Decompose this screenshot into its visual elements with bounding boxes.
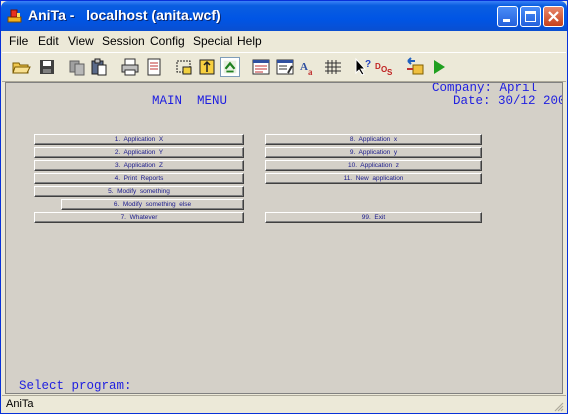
- print-preview-icon[interactable]: [144, 57, 164, 77]
- select-program-prompt: Select program:: [19, 379, 132, 393]
- application-window: AniTa - localhost (anita.wcf) File Edit …: [0, 0, 568, 414]
- save-icon[interactable]: [37, 57, 57, 77]
- menu-config[interactable]: Config: [150, 34, 185, 48]
- run-icon[interactable]: [429, 57, 449, 77]
- font-icon[interactable]: Aa: [299, 57, 319, 77]
- connect-button[interactable]: [220, 57, 240, 77]
- window-list-icon[interactable]: [251, 57, 271, 77]
- menu-button-print-reports[interactable]: 4. Print Reports: [34, 173, 244, 184]
- connect-icon: [223, 60, 237, 74]
- close-button[interactable]: [543, 6, 564, 27]
- menu-button-new-application[interactable]: 11. New application: [265, 173, 482, 184]
- menu-button-application-x-lower[interactable]: 8. Application x: [265, 134, 482, 145]
- menu-button-application-y[interactable]: 2. Application Y: [34, 147, 244, 158]
- transfer-icon[interactable]: [197, 57, 217, 77]
- menu-button-application-x[interactable]: 1. Application X: [34, 134, 244, 145]
- window-title: AniTa - localhost (anita.wcf): [28, 7, 221, 23]
- close-icon: [548, 11, 559, 22]
- status-text: AniTa: [6, 398, 34, 410]
- date-label: Date: 30/12 2008: [453, 94, 563, 108]
- maximize-icon: [525, 11, 536, 22]
- menu-help[interactable]: Help: [237, 34, 262, 48]
- edit-window-icon[interactable]: [275, 57, 295, 77]
- maximize-button[interactable]: [520, 6, 541, 27]
- menu-button-modify-something[interactable]: 5. Modify something: [34, 186, 244, 197]
- paste-icon[interactable]: [89, 57, 109, 77]
- menu-file[interactable]: File: [9, 34, 28, 48]
- menu-view[interactable]: View: [68, 34, 94, 48]
- svg-text:S: S: [387, 68, 393, 77]
- menu-button-application-y-lower[interactable]: 9. Application y: [265, 147, 482, 158]
- toolbar: Aa ? DOS: [2, 52, 566, 82]
- title-bar[interactable]: AniTa - localhost (anita.wcf): [1, 1, 567, 31]
- menu-button-whatever[interactable]: 7. Whatever: [34, 212, 244, 223]
- minimize-button[interactable]: [497, 6, 518, 27]
- minimize-icon: [503, 19, 510, 22]
- menu-bar: File Edit View Session Config Special He…: [2, 31, 566, 51]
- svg-text:a: a: [308, 67, 313, 77]
- menu-button-application-z[interactable]: 3. Application Z: [34, 160, 244, 171]
- menu-special[interactable]: Special: [193, 34, 232, 48]
- main-menu-title: MAIN MENU: [152, 94, 228, 108]
- grid-icon[interactable]: [323, 57, 343, 77]
- menu-session[interactable]: Session: [102, 34, 145, 48]
- copy-icon[interactable]: [67, 57, 87, 77]
- terminal-screen[interactable]: Company: April Date: 30/12 2008 MAIN MEN…: [5, 82, 563, 394]
- print-icon[interactable]: [120, 57, 140, 77]
- dos-icon[interactable]: DOS: [375, 57, 395, 77]
- svg-text:A: A: [300, 61, 308, 73]
- svg-text:?: ?: [365, 59, 371, 70]
- menu-button-exit[interactable]: 99. Exit: [265, 212, 482, 223]
- resize-grip-icon[interactable]: [552, 400, 564, 412]
- menu-button-modify-something-else[interactable]: 6. Modify something else: [61, 199, 244, 210]
- open-folder-icon[interactable]: [11, 57, 31, 77]
- menu-button-application-z-lower[interactable]: 10. Application z: [265, 160, 482, 171]
- help-pointer-icon[interactable]: ?: [353, 57, 373, 77]
- select-area-icon[interactable]: [174, 57, 194, 77]
- anita-app-icon: [7, 9, 22, 23]
- status-bar: AniTa: [2, 395, 566, 413]
- scripts-icon[interactable]: [405, 57, 425, 77]
- menu-edit[interactable]: Edit: [38, 34, 59, 48]
